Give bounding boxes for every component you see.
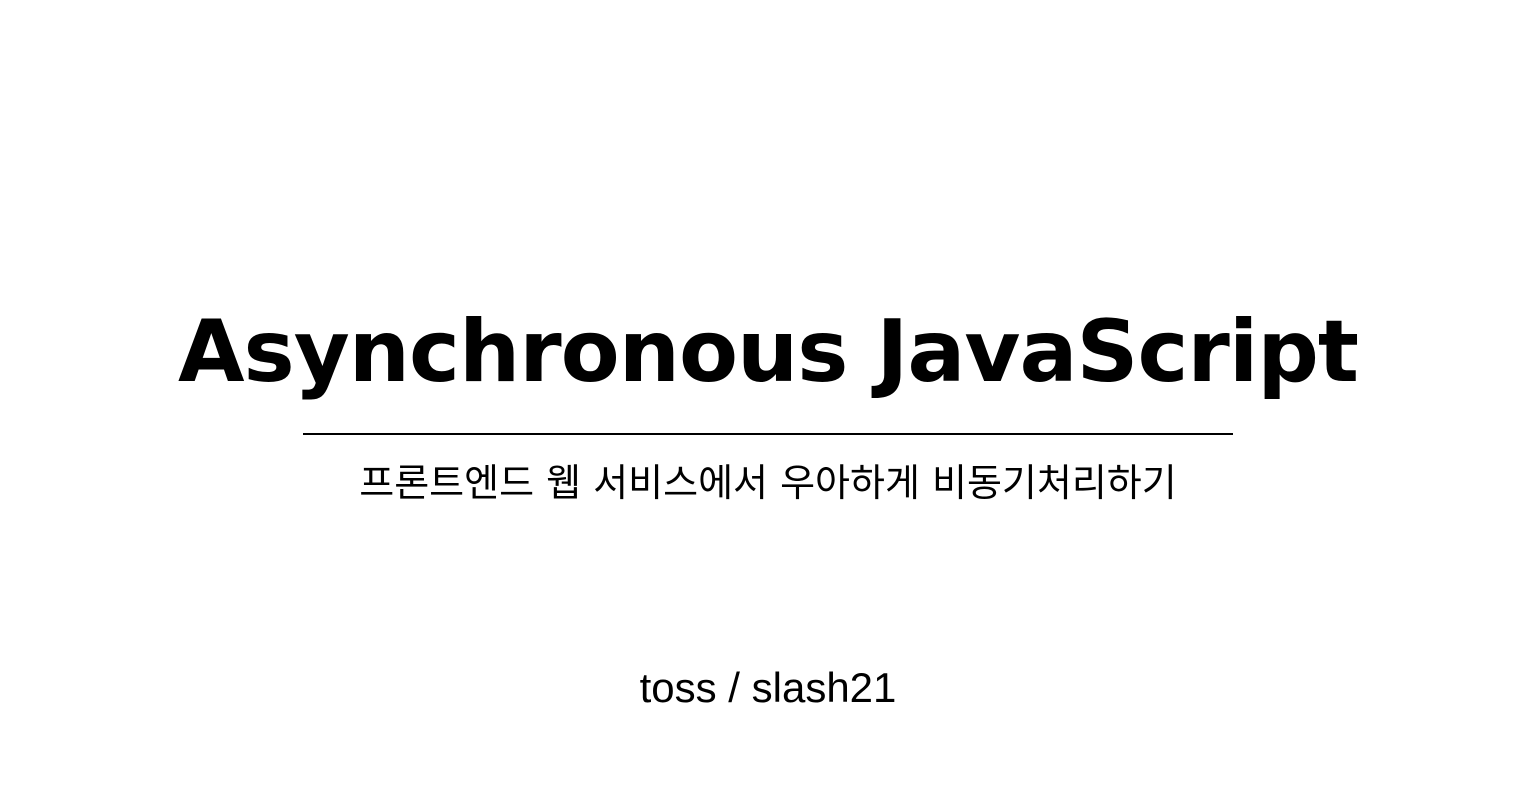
slide-title: Asynchronous JavaScript: [178, 302, 1359, 402]
slide-subtitle: 프론트엔드 웹 서비스에서 우아하게 비동기처리하기: [359, 461, 1177, 505]
title-slide: Asynchronous JavaScript 프론트엔드 웹 서비스에서 우아…: [0, 0, 1536, 804]
slide-footer: toss / slash21: [639, 664, 897, 711]
title-divider: [303, 433, 1233, 435]
